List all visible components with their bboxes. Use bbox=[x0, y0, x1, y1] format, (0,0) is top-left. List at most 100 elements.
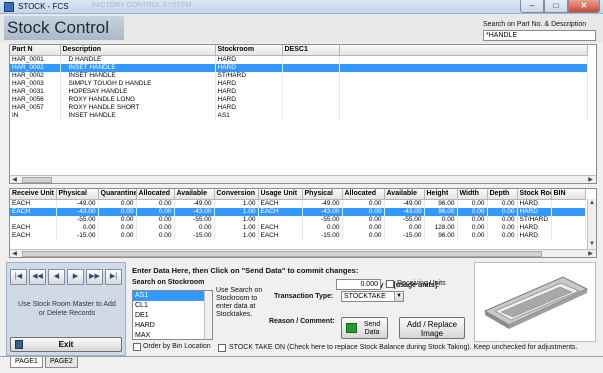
transaction-type-select[interactable]: STOCKTAKE ▼ bbox=[341, 291, 404, 302]
table-cell: -43.00 bbox=[56, 207, 99, 216]
tab-page1[interactable]: PAGE1 bbox=[10, 357, 43, 368]
list-item[interactable]: DE1 bbox=[133, 311, 212, 321]
table-cell: HARD bbox=[517, 223, 552, 232]
column-header[interactable]: Allocated bbox=[136, 189, 175, 200]
scroll-left-icon[interactable]: ◀ bbox=[10, 176, 19, 183]
table-cell: 1.00 bbox=[214, 199, 259, 208]
table-row[interactable]: -55.00 0.00 0.00 -55.00 1.00 -55.00 0.00 -55.00… bbox=[10, 215, 586, 224]
table-cell bbox=[282, 87, 340, 96]
column-header[interactable]: Part N bbox=[10, 45, 61, 56]
table-cell: 0.00 bbox=[342, 231, 385, 240]
entry-instructions: Enter Data Here, then Click on "Send Dat… bbox=[132, 266, 359, 275]
table-cell: 96.00 bbox=[424, 199, 458, 208]
send-data-label: Send Data bbox=[363, 321, 381, 336]
maximize-button[interactable]: □ bbox=[544, 0, 568, 13]
prev-record-button[interactable]: ◀ bbox=[48, 269, 65, 285]
order-by-bin-label: Order by Bin Location bbox=[143, 343, 211, 350]
next-record-button[interactable]: ▶ bbox=[67, 269, 84, 285]
table-cell: -55.00 bbox=[174, 215, 215, 224]
table-cell: EACH bbox=[10, 231, 57, 240]
stocktake-on-checkbox[interactable] bbox=[218, 344, 226, 352]
column-header[interactable]: Stockroom bbox=[215, 45, 283, 56]
table-row[interactable]: IN INSET HANDLE AS1 bbox=[10, 111, 588, 120]
scroll-right-icon[interactable]: ▶ bbox=[586, 250, 595, 257]
close-button[interactable]: ✕ bbox=[568, 0, 600, 13]
scroll-left-icon[interactable]: ◀ bbox=[10, 250, 19, 257]
add-replace-image-button[interactable]: Add / Replace Image bbox=[399, 317, 465, 339]
parts-grid[interactable]: Part N Description Stockroom DESC1 HAR_0001… bbox=[9, 44, 597, 184]
prev-page-button[interactable]: ◀◀ bbox=[29, 269, 46, 285]
last-record-button[interactable]: ▶| bbox=[105, 269, 122, 285]
table-cell: 0.00 bbox=[384, 223, 425, 232]
table-cell: 1.00 bbox=[214, 231, 259, 240]
table-cell: INSET HANDLE bbox=[60, 63, 216, 72]
column-header[interactable]: Physical bbox=[56, 189, 99, 200]
table-cell: HARD bbox=[215, 95, 283, 104]
quantity-field[interactable]: 0.000 bbox=[336, 279, 381, 290]
stock-horizontal-scrollbar[interactable]: ◀ ▶ bbox=[10, 249, 596, 257]
table-row[interactable]: EACH 0.00 0.00 0.00 0.00 1.00 EACH 0.00 0.00 0.00… bbox=[10, 223, 586, 232]
tab-page2[interactable]: PAGE2 bbox=[45, 357, 78, 368]
stock-vertical-scrollbar[interactable]: ▲ ▼ bbox=[587, 199, 596, 249]
list-item[interactable]: HARD bbox=[133, 321, 212, 331]
table-cell: 128.00 bbox=[424, 223, 458, 232]
parts-horizontal-scrollbar[interactable]: ◀ ▶ bbox=[10, 175, 596, 183]
table-row[interactable]: HAR_0001 D HANDLE HARD bbox=[10, 55, 588, 64]
list-item[interactable]: CL1 bbox=[133, 301, 212, 311]
table-cell-empty bbox=[339, 95, 588, 104]
table-cell: ST/HARD bbox=[215, 71, 283, 80]
column-header[interactable]: Conversion bbox=[214, 189, 259, 200]
column-header[interactable]: Width bbox=[457, 189, 488, 200]
column-header[interactable]: Physical bbox=[302, 189, 343, 200]
column-header[interactable]: Receive Unit bbox=[10, 189, 57, 200]
first-record-button[interactable]: |◀ bbox=[10, 269, 27, 285]
column-header[interactable]: Available bbox=[174, 189, 215, 200]
column-header[interactable]: BIN bbox=[551, 189, 586, 200]
list-item[interactable]: MAX bbox=[133, 331, 212, 339]
list-item[interactable]: AS1 bbox=[133, 291, 212, 301]
column-header[interactable]: Allocated bbox=[342, 189, 385, 200]
scroll-thumb[interactable] bbox=[22, 177, 52, 183]
receiving-units-checkbox[interactable] bbox=[386, 280, 394, 288]
column-header[interactable]: Quarantine bbox=[98, 189, 137, 200]
table-row[interactable]: HAR_0057 ROXY HANDLE SHORT HARD bbox=[10, 103, 588, 112]
table-row[interactable]: EACH -43.00 0.00 0.00 -43.00 1.00 EACH -43.00 0.… bbox=[10, 207, 586, 216]
search-input[interactable]: *HANDLE bbox=[483, 30, 596, 41]
table-cell: HAR_0001 bbox=[10, 55, 61, 64]
stockroom-list-scrollbar[interactable] bbox=[204, 291, 212, 339]
table-row[interactable]: EACH -15.00 0.00 0.00 -15.00 1.00 EACH -15.00 0.… bbox=[10, 231, 586, 240]
column-header[interactable]: Description bbox=[60, 45, 216, 56]
table-cell: HAR_0057 bbox=[10, 103, 61, 112]
column-header[interactable]: Height bbox=[424, 189, 458, 200]
stock-grid[interactable]: Receive Unit Physical Quarantine Allocated A… bbox=[9, 188, 597, 258]
scroll-up-icon[interactable]: ▲ bbox=[588, 199, 596, 207]
column-header[interactable]: Depth bbox=[487, 189, 518, 200]
send-data-button[interactable]: Send Data bbox=[341, 317, 388, 339]
scroll-down-icon[interactable]: ▼ bbox=[588, 240, 596, 248]
stockroom-list[interactable]: AS1 CL1 DE1 HARD MAX bbox=[132, 290, 213, 340]
table-row[interactable]: HAR_0002 INSET HANDLE ST/HARD bbox=[10, 71, 588, 80]
table-cell bbox=[258, 215, 303, 224]
table-row[interactable]: HAR_0003 SIMPLY TOUGH D HANDLE HARD bbox=[10, 79, 588, 88]
table-row[interactable]: HAR_0056 ROXY HANDLE LONG HARD bbox=[10, 95, 588, 104]
page-title: Stock Control bbox=[4, 16, 124, 40]
minimize-button[interactable]: – bbox=[520, 0, 544, 13]
exit-button[interactable]: Exit bbox=[10, 337, 122, 352]
scroll-right-icon[interactable]: ▶ bbox=[586, 176, 595, 183]
column-header[interactable]: DESC1 bbox=[282, 45, 340, 56]
table-cell: HAR_0002 bbox=[10, 71, 61, 80]
order-by-bin-checkbox[interactable] bbox=[133, 343, 141, 351]
table-cell: HARD bbox=[215, 79, 283, 88]
scroll-thumb[interactable] bbox=[22, 251, 542, 257]
table-row[interactable]: HAR_0031 HOPESAY HANDLE HARD bbox=[10, 87, 588, 96]
table-row[interactable]: HAR_0002 INSET HANDLE HARD bbox=[10, 63, 588, 72]
table-cell bbox=[551, 199, 586, 208]
table-cell: 0.00 bbox=[98, 223, 137, 232]
column-header[interactable]: Stock Room bbox=[517, 189, 552, 200]
table-row[interactable]: EACH -49.00 0.00 0.00 -49.00 1.00 EACH -49.00 0.… bbox=[10, 199, 586, 208]
column-header[interactable]: Usage Unit bbox=[258, 189, 303, 200]
chevron-down-icon[interactable]: ▼ bbox=[394, 292, 403, 301]
table-cell bbox=[551, 223, 586, 232]
next-page-button[interactable]: ▶▶ bbox=[86, 269, 103, 285]
column-header[interactable]: Available bbox=[384, 189, 425, 200]
